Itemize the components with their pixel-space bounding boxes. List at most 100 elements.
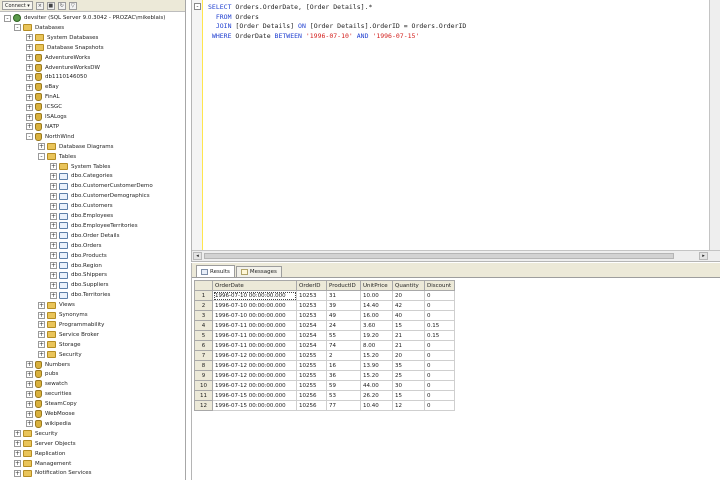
expand-node-icon[interactable]: +	[14, 430, 21, 438]
expand-node-icon[interactable]: +	[50, 192, 57, 200]
grid-cell[interactable]: 1996-07-11 00:00:00.000	[212, 330, 297, 341]
tree-node[interactable]: + NATP	[26, 122, 59, 132]
expand-node-icon[interactable]: +	[26, 83, 33, 91]
grid-cell[interactable]: 0	[424, 310, 455, 321]
expand-node-icon[interactable]: +	[50, 252, 57, 260]
table-row[interactable]: 10 1996-07-12 00:00:00.000 10255 59 44.00 30 0	[194, 380, 455, 391]
expand-node-icon[interactable]: +	[50, 262, 57, 269]
tree-node[interactable]: + Security	[38, 350, 82, 360]
table-row[interactable]: 9 1996-07-12 00:00:00.000 10255 36 15.20 25 0	[194, 370, 455, 381]
expand-node-icon[interactable]: +	[50, 232, 57, 240]
expand-node-icon[interactable]: +	[38, 321, 45, 329]
expand-node-icon[interactable]: +	[50, 281, 57, 289]
grid-cell[interactable]: 10256	[296, 400, 327, 411]
tree-node[interactable]: + ISALogs	[26, 112, 67, 122]
tree-node[interactable]: + Views	[38, 300, 75, 310]
tree-node[interactable]: + Service Broker	[38, 330, 99, 340]
tree-node[interactable]: + dbo.Customers	[50, 201, 113, 211]
grid-cell[interactable]: 49	[326, 310, 361, 321]
column-header[interactable]: Discount	[424, 280, 455, 291]
expand-node-icon[interactable]: +	[26, 34, 33, 42]
grid-cell[interactable]: 0	[424, 390, 455, 401]
tree-node[interactable]: - devsiter (SQL Server 9.0.3042 - PROZAC\…	[4, 13, 165, 23]
results-grid[interactable]: OrderDate OrderID ProductID UnitPrice Qu…	[194, 280, 455, 411]
connect-button[interactable]: Connect ▾	[2, 1, 33, 10]
grid-cell[interactable]: 14.40	[360, 300, 393, 311]
expand-node-icon[interactable]: +	[50, 291, 57, 299]
grid-cell[interactable]: 24	[326, 320, 361, 331]
disconnect-icon[interactable]: ×	[35, 1, 44, 10]
grid-cell[interactable]: 20	[392, 350, 425, 361]
grid-cell[interactable]: 0	[424, 360, 455, 371]
grid-cell[interactable]: 19.20	[360, 330, 393, 341]
grid-cell[interactable]: 16	[326, 360, 361, 371]
sql-line[interactable]: FROM Orders	[208, 13, 466, 23]
expand-node-icon[interactable]: +	[26, 400, 33, 408]
sql-line[interactable]: SELECT Orders.OrderDate, [Order Details]…	[208, 3, 466, 13]
expand-node-icon[interactable]: +	[38, 143, 45, 151]
grid-cell[interactable]: 0	[424, 400, 455, 411]
tree-node[interactable]: + Storage	[38, 340, 81, 350]
tree-node[interactable]: + System Tables	[50, 162, 110, 172]
tree-node[interactable]: + eBay	[26, 82, 59, 92]
expand-node-icon[interactable]: +	[38, 331, 45, 339]
row-number[interactable]: 1	[194, 290, 213, 301]
expand-node-icon[interactable]: +	[38, 341, 45, 349]
stop-icon[interactable]: ■	[46, 1, 55, 10]
tree-node[interactable]: - NorthWind	[26, 132, 74, 142]
expand-node-icon[interactable]: +	[50, 271, 57, 279]
row-number[interactable]: 6	[194, 340, 213, 351]
column-header[interactable]: OrderID	[296, 280, 327, 291]
grid-cell[interactable]: 74	[326, 340, 361, 351]
grid-cell[interactable]: 10256	[296, 390, 327, 401]
grid-cell[interactable]: 1996-07-12 00:00:00.000	[212, 370, 297, 381]
tree-node[interactable]: + dbo.Order Details	[50, 231, 119, 241]
row-number[interactable]: 8	[194, 360, 213, 371]
row-number[interactable]: 5	[194, 330, 213, 341]
grid-cell[interactable]: 15	[392, 390, 425, 401]
table-row[interactable]: 1 1996-07-10 00:00:00.000 10253 31 10.00 20 0	[194, 290, 455, 301]
grid-cell[interactable]: 44.00	[360, 380, 393, 391]
tree-node[interactable]: + sewatch	[26, 379, 68, 389]
grid-cell[interactable]: 0	[424, 300, 455, 311]
table-row[interactable]: 2 1996-07-10 00:00:00.000 10253 39 14.40 42 0	[194, 300, 455, 311]
table-row[interactable]: 11 1996-07-15 00:00:00.000 10256 53 26.20 15 0	[194, 390, 455, 401]
grid-cell[interactable]: 59	[326, 380, 361, 391]
row-number[interactable]: 7	[194, 350, 213, 361]
expand-node-icon[interactable]: +	[26, 44, 33, 52]
grid-cell[interactable]: 0.15	[424, 330, 455, 341]
grid-cell[interactable]: 0	[424, 350, 455, 361]
grid-cell[interactable]: 1996-07-15 00:00:00.000	[212, 390, 297, 401]
tree-node[interactable]: + pubs	[26, 369, 58, 379]
scroll-left-icon[interactable]: ◂	[193, 252, 202, 260]
expand-node-icon[interactable]: +	[50, 242, 57, 250]
grid-cell[interactable]: 8.00	[360, 340, 393, 351]
grid-cell[interactable]: 53	[326, 390, 361, 401]
grid-cell[interactable]: 40	[392, 310, 425, 321]
column-header[interactable]: UnitPrice	[360, 280, 393, 291]
grid-cell[interactable]: 10.00	[360, 290, 393, 301]
grid-cell[interactable]: 10254	[296, 320, 327, 331]
row-number[interactable]: 11	[194, 390, 213, 401]
row-number[interactable]: 9	[194, 370, 213, 381]
grid-cell[interactable]: 42	[392, 300, 425, 311]
table-row[interactable]: 4 1996-07-11 00:00:00.000 10254 24 3.60 15 0.1…	[194, 320, 455, 331]
grid-cell[interactable]: 1996-07-10 00:00:00.000	[212, 300, 297, 311]
grid-cell[interactable]: 10253	[296, 290, 327, 301]
grid-cell[interactable]: 1996-07-12 00:00:00.000	[212, 360, 297, 371]
expand-node-icon[interactable]: +	[50, 212, 57, 220]
expand-node-icon[interactable]: +	[26, 410, 33, 418]
grid-cell[interactable]: 20	[392, 290, 425, 301]
grid-cell[interactable]: 39	[326, 300, 361, 311]
expand-node-icon[interactable]: +	[14, 460, 21, 467]
grid-cell[interactable]: 55	[326, 330, 361, 341]
tree-node[interactable]: + dbo.EmployeeTerritories	[50, 221, 138, 231]
tree-node[interactable]: + dbo.Shippers	[50, 270, 107, 280]
tab-results[interactable]: Results	[196, 265, 235, 277]
expand-node-icon[interactable]: +	[26, 64, 33, 71]
expand-node-icon[interactable]: +	[50, 172, 57, 180]
table-row[interactable]: 8 1996-07-12 00:00:00.000 10255 16 13.90 35 0	[194, 360, 455, 371]
tree-node[interactable]: + Security	[14, 429, 58, 439]
table-row[interactable]: 5 1996-07-11 00:00:00.000 10254 55 19.20 21 0.…	[194, 330, 455, 341]
tree-node[interactable]: + Notification Services	[14, 468, 92, 478]
